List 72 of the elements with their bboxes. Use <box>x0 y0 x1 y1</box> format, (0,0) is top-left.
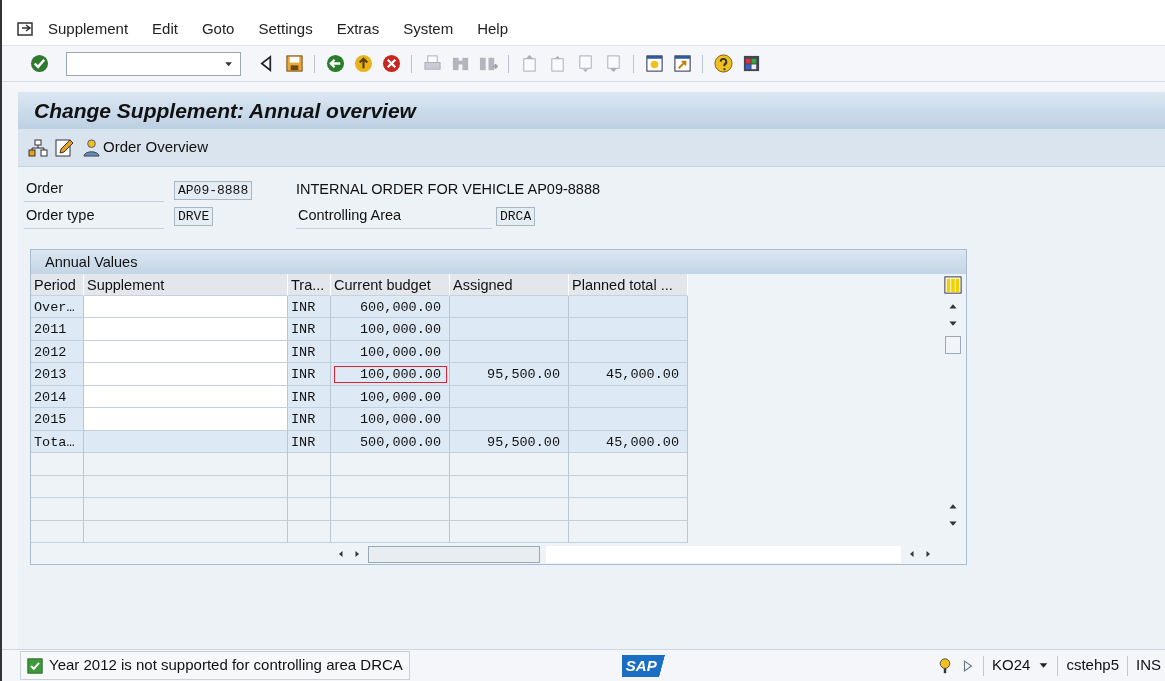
column-header[interactable]: Supplement <box>84 273 288 296</box>
table-cell: Tota… <box>31 430 84 453</box>
scrollbar-thumb[interactable] <box>368 545 540 563</box>
field-label: Order type <box>24 203 164 229</box>
status-message: Year 2012 is not supported for controlling area DRCA <box>49 655 403 676</box>
menu-item[interactable]: Settings <box>246 18 325 41</box>
table-cell: 2012 <box>31 340 84 363</box>
input-cell[interactable] <box>84 295 288 318</box>
hierarchy-icon[interactable] <box>28 137 48 158</box>
column-header[interactable]: Period <box>31 273 84 296</box>
column-header[interactable]: Assigned <box>450 273 569 296</box>
column-header[interactable]: Tra... <box>288 273 331 296</box>
screen-title: Change Supplement: Annual overview <box>34 97 416 124</box>
table-cell: 100,000.00 <box>331 318 450 341</box>
table-cell: 2014 <box>31 385 84 408</box>
group-title: Annual Values <box>31 249 966 274</box>
table-cell: 600,000.00 <box>331 295 450 318</box>
command-field[interactable] <box>66 51 241 76</box>
table-cell: 2015 <box>31 408 84 431</box>
field-label: Controlling Area <box>296 203 492 229</box>
table-cell: 100,000.00 <box>331 408 450 431</box>
field-label: Order <box>24 177 164 202</box>
input-cell[interactable] <box>84 408 288 431</box>
table-cell: 100,000.00 <box>331 340 450 363</box>
order-description: INTERNAL ORDER FOR VEHICLE AP09-8888 <box>296 179 602 199</box>
table-cell: INR <box>288 363 331 386</box>
table-cell: 100,000.00 <box>331 363 450 386</box>
table-cell: 95,500.00 <box>450 363 569 386</box>
table-cell: INR <box>288 295 331 318</box>
help-icon[interactable] <box>713 54 733 73</box>
table-cell: 45,000.00 <box>569 430 688 453</box>
success-check-icon <box>27 657 43 674</box>
table-cell: 2011 <box>31 318 84 341</box>
table-cell: Over… <box>31 295 84 318</box>
table-cell: 45,000.00 <box>569 363 688 386</box>
input-cell[interactable] <box>84 385 288 408</box>
menu-item[interactable]: Goto <box>189 18 247 41</box>
cancel-icon[interactable] <box>381 54 401 73</box>
dropdown-caret-icon[interactable] <box>1038 660 1050 671</box>
table-cell: INR <box>288 318 331 341</box>
menu-item[interactable]: Edit <box>140 18 190 41</box>
column-header[interactable]: Planned total ... <box>569 273 688 296</box>
pencil-note-icon[interactable] <box>54 137 74 158</box>
table-cell: 2013 <box>31 363 84 386</box>
menu-item[interactable]: Help <box>465 18 521 41</box>
input-cell[interactable] <box>84 318 288 341</box>
column-layout-icon[interactable] <box>944 275 962 294</box>
column-header[interactable]: Current budget <box>331 273 450 296</box>
order-type-field[interactable]: DRVE <box>174 207 214 227</box>
check-icon[interactable] <box>29 54 49 73</box>
table-cell: INR <box>288 340 331 363</box>
menu-item[interactable]: Extras <box>324 18 392 41</box>
save-icon[interactable] <box>284 54 304 73</box>
input-cell[interactable] <box>84 340 288 363</box>
table-cell: INR <box>288 408 331 431</box>
scrollbar-thumb[interactable] <box>945 335 961 354</box>
transaction-code[interactable]: KO24 <box>992 654 1031 677</box>
controlling-area-field[interactable]: DRCA <box>496 207 536 227</box>
person-icon <box>82 138 101 157</box>
color-palette-icon[interactable] <box>741 54 761 73</box>
table-cell: INR <box>288 430 331 453</box>
order-field[interactable]: AP09-8888 <box>174 180 253 200</box>
system-user: cstehp5 <box>1066 655 1119 676</box>
order-overview-button[interactable]: Order Overview <box>80 136 211 159</box>
table-cell: INR <box>288 385 331 408</box>
input-mode: INS <box>1136 655 1161 676</box>
table-cell: 500,000.00 <box>331 430 450 453</box>
table-cell: 95,500.00 <box>450 430 569 453</box>
input-cell[interactable] <box>84 363 288 386</box>
menu-item[interactable]: System <box>391 18 466 41</box>
menu-item[interactable]: Supplement <box>36 18 141 41</box>
table-cell: 100,000.00 <box>331 385 450 408</box>
